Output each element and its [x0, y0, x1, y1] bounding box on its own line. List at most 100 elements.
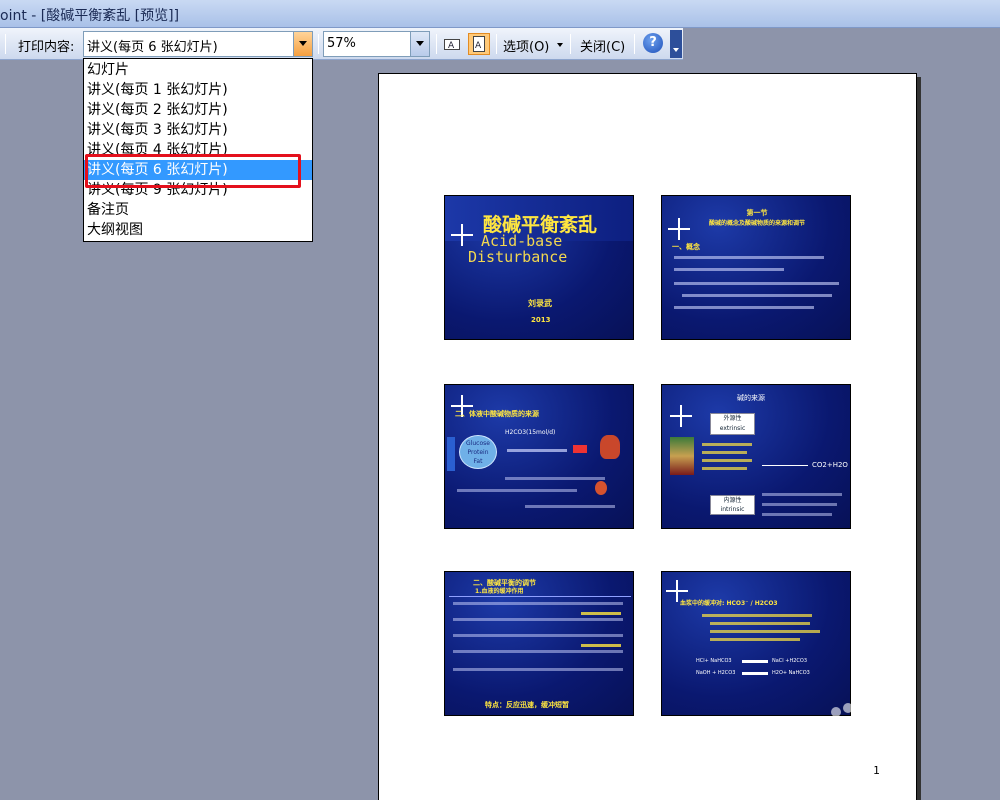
- print-what-dropdown-list: 幻灯片 讲义(每页 1 张幻灯片) 讲义(每页 2 张幻灯片) 讲义(每页 3 …: [83, 58, 313, 242]
- svg-text:A: A: [475, 41, 482, 51]
- slide-thumbnail-1: 酸碱平衡紊乱 Acid-base Disturbance 刘录武 2013: [444, 195, 634, 340]
- slide-thumbnail-6: 血浆中的缓冲对: HCO3⁻ / H2CO3 HCl+ NaHCO3 NaCl …: [661, 571, 851, 716]
- toolbar-separator: [436, 34, 437, 54]
- reaction-arrow: [742, 672, 768, 675]
- slide-nutrient-circle: Glucose Protein Fat: [459, 435, 497, 469]
- options-button[interactable]: 选项(O): [503, 36, 549, 55]
- slide-arrow-marker: [573, 445, 587, 453]
- slide-reaction-2: NaOH + H2CO3: [696, 670, 736, 676]
- slide-text-line: [674, 256, 824, 259]
- slide-heading: 酸碱的概念及酸碱物质的来源和调节: [708, 220, 805, 227]
- slide-reaction-1: HCl+ NaHCO3: [696, 658, 732, 664]
- help-button[interactable]: ?: [643, 33, 663, 53]
- slide-text-line: [710, 622, 810, 625]
- slide-table-row: [453, 634, 623, 637]
- watermark-url: jingyan.baidu.com: [768, 758, 916, 777]
- toolbar-separator: [5, 34, 6, 54]
- baidu-watermark: Bai经验 jingyan.baidu.com: [760, 700, 960, 790]
- slide-text-line: [457, 489, 577, 492]
- help-icon: ?: [649, 35, 657, 50]
- portrait-orientation-icon: A: [473, 36, 485, 52]
- reaction-arrow: [742, 660, 768, 663]
- toolbar-options-grip[interactable]: [670, 30, 682, 58]
- slide-text-line: [674, 282, 839, 285]
- svg-text:A: A: [448, 41, 455, 51]
- slide-thumbnail-4: 碱的来源 外源性 extrinsic CO2+H2O 内源性 intrinsic: [661, 384, 851, 529]
- annotation-highlight-box: [85, 154, 301, 188]
- dropdown-option-handouts-1[interactable]: 讲义(每页 1 张幻灯片): [84, 80, 312, 100]
- lungs-icon: [600, 435, 620, 459]
- chevron-down-icon: [416, 41, 424, 46]
- slide-box-intrinsic: 内源性 intrinsic: [710, 495, 755, 515]
- slide-text-line: [702, 451, 747, 454]
- chevron-down-icon: [557, 43, 563, 47]
- close-button[interactable]: 关闭(C): [580, 36, 625, 55]
- slide-table-row: [453, 618, 623, 621]
- print-what-dropdown-button[interactable]: [293, 32, 312, 56]
- toolbar-separator: [570, 34, 571, 54]
- portrait-button[interactable]: A: [468, 33, 490, 55]
- slide-subtitle-en-2: Disturbance: [468, 248, 568, 266]
- slide-section: 第一节: [746, 209, 768, 217]
- print-preview-page: 酸碱平衡紊乱 Acid-base Disturbance 刘录武 2013 第一…: [378, 73, 917, 800]
- kidney-icon: [595, 481, 607, 495]
- slide-thumbnail-2: 第一节 酸碱的概念及酸碱物质的来源和调节 一、概念: [661, 195, 851, 340]
- toolbar-empty-area: [683, 28, 1000, 60]
- slide-text-line: [674, 306, 814, 309]
- slide-text-line: [525, 505, 615, 508]
- slide-reaction-2-result: H2O+ NaHCO3: [772, 670, 810, 676]
- slide-author: 刘录武: [528, 299, 552, 308]
- slide-text-line: [702, 459, 752, 462]
- slide-text-line: [762, 493, 842, 496]
- slide-table-row: [581, 644, 621, 647]
- dropdown-option-outline-view[interactable]: 大纲视图: [84, 220, 312, 240]
- landscape-orientation-icon: A: [444, 39, 460, 51]
- slide-heading: 碱的来源: [737, 394, 765, 402]
- food-image: [670, 437, 694, 475]
- dropdown-option-handouts-2[interactable]: 讲义(每页 2 张幻灯片): [84, 100, 312, 120]
- slide-subheading: 1.血液的缓冲作用: [475, 588, 524, 595]
- print-what-value: 讲义(每页 6 张幻灯片): [87, 40, 218, 55]
- print-what-label: 打印内容:: [18, 40, 75, 55]
- slide-table-row: [453, 650, 623, 653]
- slide-text-line: [682, 294, 832, 297]
- slide-text-line: [505, 477, 605, 480]
- slide-formula: CO2+H2O: [812, 461, 848, 469]
- slide-thumbnail-5: 二、酸碱平衡的调节 1.血液的缓冲作用 特点：反应迅速，缓冲短暂: [444, 571, 634, 716]
- slide-text-line: [710, 630, 820, 633]
- slide-box-extrinsic: 外源性 extrinsic: [710, 413, 755, 435]
- slide-footer: 特点：反应迅速，缓冲短暂: [485, 701, 569, 709]
- window-title: oint - [酸碱平衡紊乱 [预览]]: [0, 8, 180, 24]
- slide-text-line: [702, 614, 812, 617]
- toolbar-separator: [634, 34, 635, 54]
- landscape-button[interactable]: A: [441, 33, 463, 55]
- slide-text-line: [674, 268, 784, 271]
- slide-table-row: [581, 612, 621, 615]
- sparkle-icon: [670, 405, 692, 427]
- title-bar: oint - [酸碱平衡紊乱 [预览]]: [0, 0, 1000, 28]
- slide-table-row: [453, 668, 623, 671]
- slide-text-line: [702, 467, 747, 470]
- zoom-select[interactable]: 57%: [323, 31, 430, 57]
- slide-thumbnail-3: 二、体液中酸碱物质的来源 H2CO3(15mol/d) Glucose Prot…: [444, 384, 634, 529]
- dropdown-option-notes-pages[interactable]: 备注页: [84, 200, 312, 220]
- print-preview-toolbar: 打印内容: 讲义(每页 6 张幻灯片) 57% A A 选项(O) 关闭(C) …: [0, 28, 683, 60]
- print-what-select[interactable]: 讲义(每页 6 张幻灯片): [83, 31, 313, 57]
- slide-reaction-1-result: NaCl +H2CO3: [772, 658, 808, 664]
- reaction-arrow: [762, 465, 808, 466]
- slide-text-line: [507, 449, 567, 452]
- slide-text-line: [710, 638, 800, 641]
- zoom-dropdown-button[interactable]: [410, 32, 429, 56]
- slide-text-line: [762, 513, 832, 516]
- dropdown-option-slides[interactable]: 幻灯片: [84, 60, 312, 80]
- zoom-value: 57%: [327, 36, 356, 51]
- toolbar-separator: [318, 34, 319, 54]
- chevron-down-icon: [299, 41, 307, 46]
- slide-side-bar: [447, 437, 455, 471]
- slide-formula: H2CO3(15mol/d): [505, 429, 556, 436]
- dropdown-option-handouts-3[interactable]: 讲义(每页 3 张幻灯片): [84, 120, 312, 140]
- slide-table-row: [453, 602, 623, 605]
- slide-heading: 血浆中的缓冲对: HCO3⁻ / H2CO3: [680, 600, 778, 607]
- chevron-down-icon: [673, 48, 679, 52]
- slide-year: 2013: [531, 316, 551, 324]
